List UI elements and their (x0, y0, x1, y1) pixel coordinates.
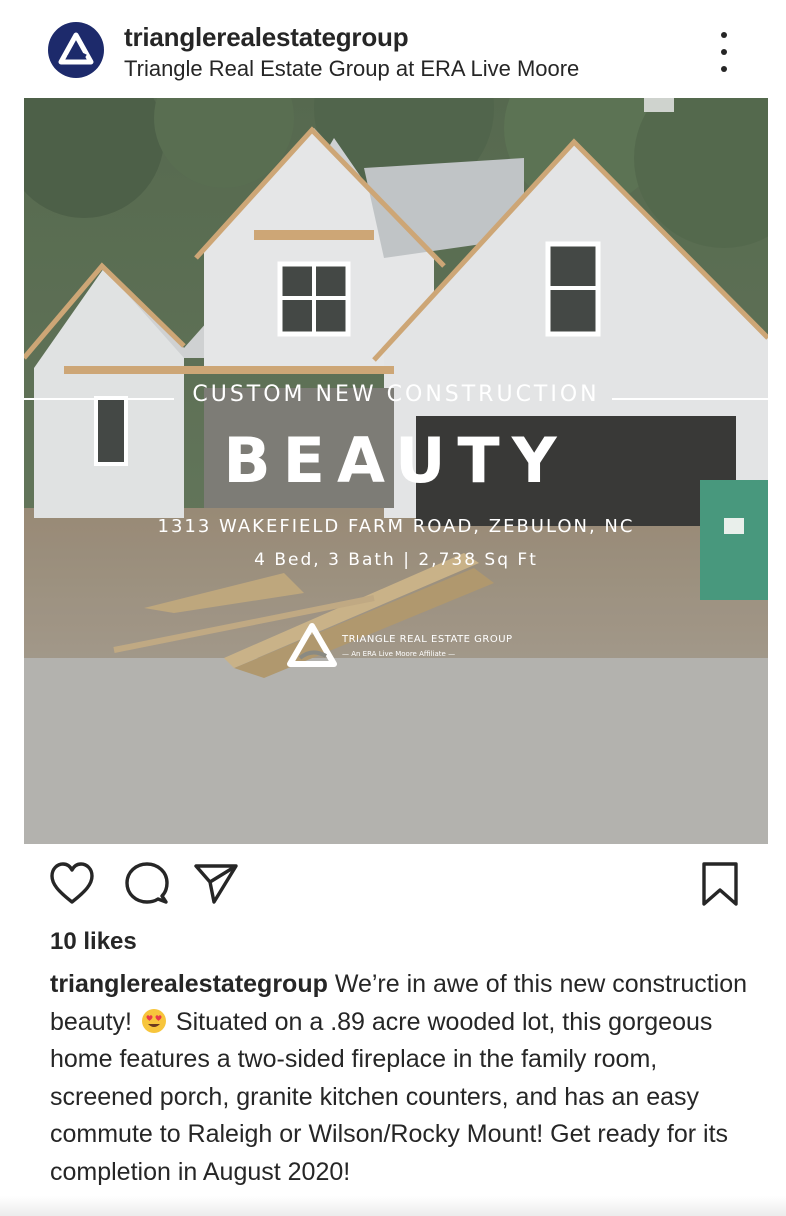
overlay-logo-name: TRIANGLE REAL ESTATE GROUP (342, 634, 513, 645)
smiling-face-with-heart-eyes-icon (141, 1008, 166, 1033)
heart-icon[interactable] (48, 858, 96, 910)
overlay-title: BEAUTY (223, 424, 569, 497)
overlay-specs: 4 Bed, 3 Bath | 2,738 Sq Ft (254, 550, 538, 570)
post-actions (0, 858, 786, 918)
paper-plane-icon[interactable] (192, 858, 240, 910)
more-dot (721, 66, 727, 72)
more-dot (721, 49, 727, 55)
bookmark-icon[interactable] (696, 858, 744, 910)
overlay-subtitle: CUSTOM NEW CONSTRUCTION (192, 382, 600, 407)
overlay-logo: TRIANGLE REAL ESTATE GROUP — An ERA Live… (286, 622, 526, 672)
comment-icon[interactable] (122, 858, 170, 910)
post-image[interactable]: CUSTOM NEW CONSTRUCTION BEAUTY 1313 WAKE… (24, 98, 768, 844)
instagram-post: trianglerealestategroup Triangle Real Es… (0, 0, 786, 1216)
avatar[interactable] (48, 22, 104, 78)
likes-count[interactable]: 10 likes (50, 928, 137, 956)
more-options-icon[interactable] (706, 32, 742, 72)
caption-text-after: Situated on a .89 acre wooded lot, this … (50, 1007, 729, 1186)
caption-username[interactable]: trianglerealestategroup (50, 970, 328, 998)
bottom-fade (0, 1196, 786, 1216)
post-header: trianglerealestategroup Triangle Real Es… (0, 0, 786, 98)
post-location[interactable]: Triangle Real Estate Group at ERA Live M… (124, 56, 579, 82)
overlay-address: 1313 WAKEFIELD FARM ROAD, ZEBULON, NC (157, 516, 635, 537)
post-caption: trianglerealestategroup We’re in awe of … (50, 966, 750, 1191)
triangle-logo-icon (58, 32, 94, 65)
triangle-logo-icon (287, 623, 337, 667)
post-username[interactable]: trianglerealestategroup (124, 22, 409, 53)
overlay-logo-subtitle: — An ERA Live Moore Affiliate — (342, 650, 456, 658)
more-dot (721, 32, 727, 38)
